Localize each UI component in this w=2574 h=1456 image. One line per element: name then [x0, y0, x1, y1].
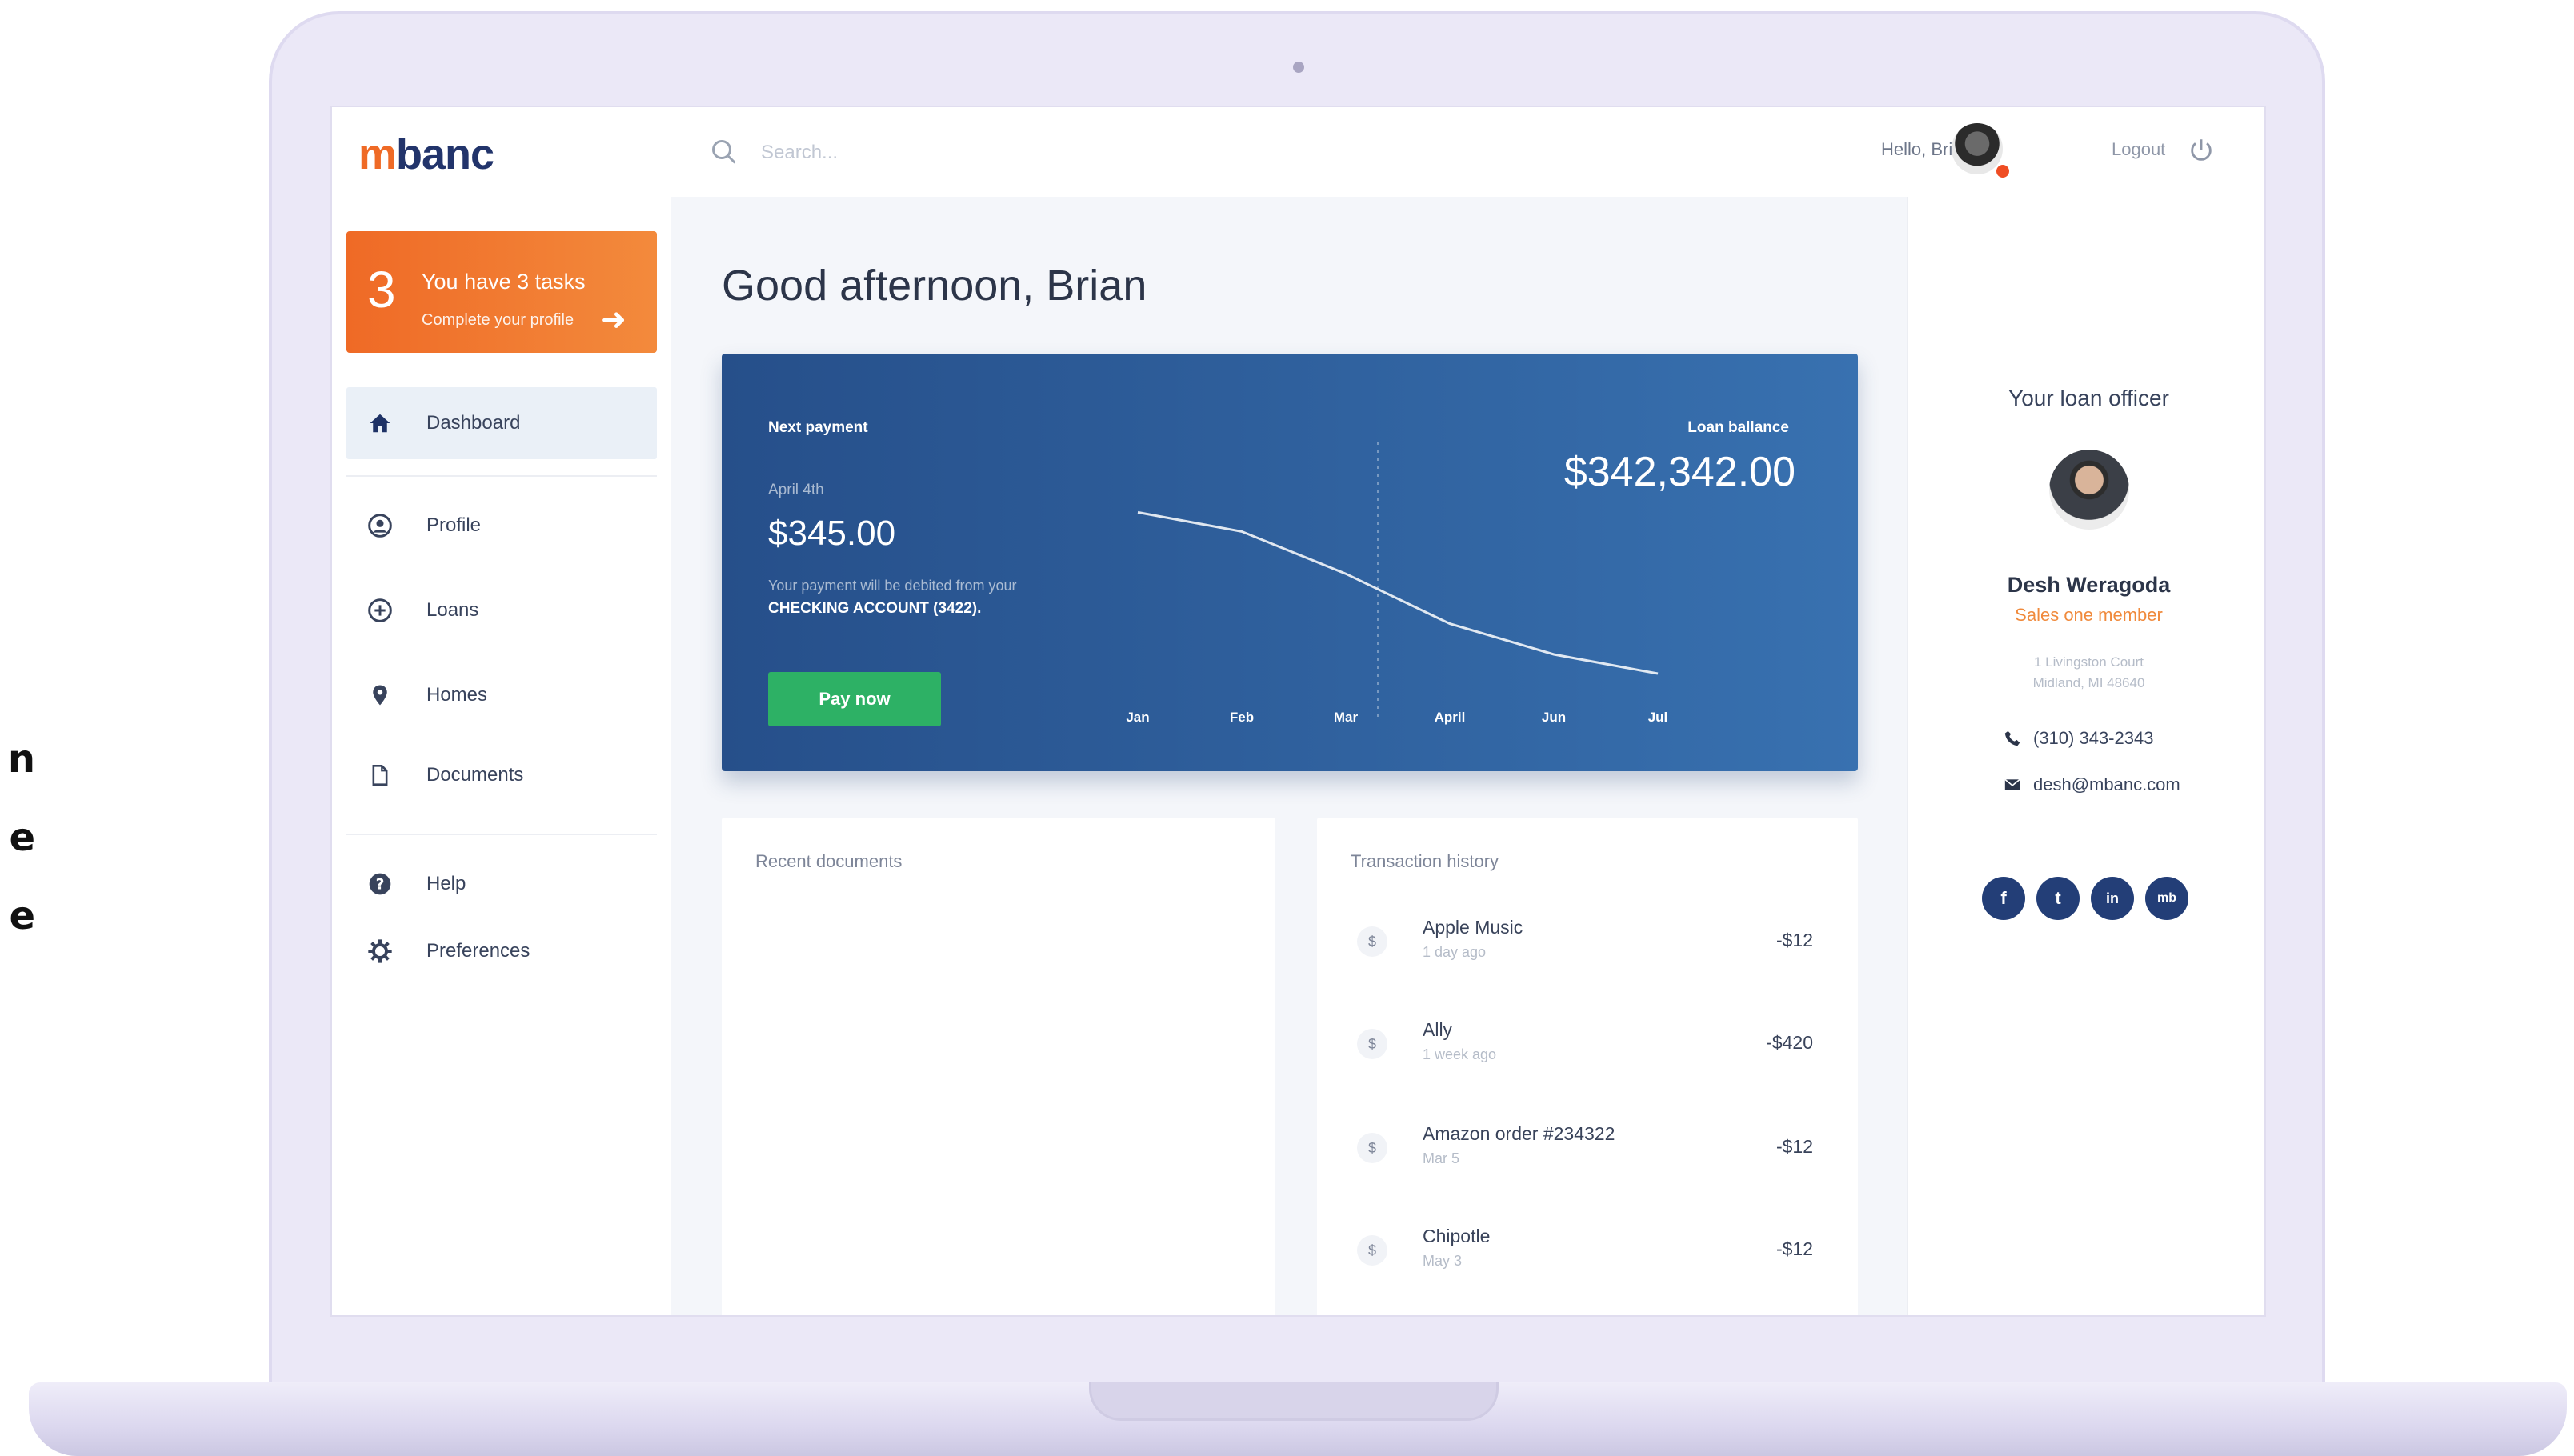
document-icon: [366, 761, 394, 790]
sidebar-divider: [346, 834, 657, 835]
payment-account: CHECKING ACCOUNT (3422).: [768, 600, 982, 617]
sidebar-item-dashboard[interactable]: Dashboard: [346, 387, 657, 459]
loan-officer-address: Midland, MI 48640: [2032, 675, 2145, 690]
list-item[interactable]: $ Ally 1 week ago -$420: [1357, 1016, 1813, 1096]
twitter-icon[interactable]: t: [2036, 877, 2080, 920]
loan-officer-role: Sales one member: [2015, 605, 2163, 625]
loans-icon: [366, 596, 394, 625]
transaction-history-title: Transaction history: [1351, 851, 1499, 871]
logout-link[interactable]: Logout: [2112, 139, 2165, 160]
loan-officer-panel: Your loan officer Desh Weragoda Sales on…: [1907, 197, 2264, 1315]
pay-now-button[interactable]: Pay now: [768, 672, 941, 726]
series-line-0: [1137, 510, 1659, 675]
phone-contact[interactable]: (310) 343-2343: [2003, 728, 2153, 749]
dollar-icon: $: [1357, 926, 1387, 957]
search-input[interactable]: [759, 134, 1163, 171]
sidebar-item-label: Documents: [426, 764, 524, 786]
dollar-icon: $: [1357, 1133, 1387, 1163]
help-icon: ?: [366, 870, 394, 898]
main-content: Good afternoon, Brian Jan Feb Mar April Jun J…: [671, 197, 1907, 1315]
transaction-history-card: Transaction history $ Apple Music 1 day …: [1317, 818, 1858, 1315]
loan-balance-label: Loan ballance: [1687, 419, 1789, 436]
power-icon[interactable]: [2188, 136, 2215, 167]
sidebar-divider: [346, 475, 657, 477]
linkedin-icon[interactable]: in: [2091, 877, 2134, 920]
x-tick-label: April: [1435, 710, 1466, 725]
sidebar-item-label: Profile: [426, 514, 482, 536]
arrow-right-icon[interactable]: ➜: [601, 302, 626, 338]
next-payment-label: Next payment: [768, 419, 868, 436]
sidebar: mbanc 3 You have 3 tasks Complete your p…: [332, 107, 673, 1315]
home-icon: [366, 409, 394, 438]
loan-balance-amount: $342,342.00: [1563, 449, 1795, 495]
sidebar-item-profile[interactable]: Profile: [346, 490, 657, 562]
sidebar-item-loans[interactable]: Loans: [346, 574, 657, 646]
topbar: Hello, Brian Logout: [671, 107, 2264, 198]
page-title: Good afternoon, Brian: [722, 262, 1147, 310]
cropped-side-text: n e e: [7, 737, 35, 938]
dollar-icon: $: [1357, 1029, 1387, 1059]
recent-documents-card: Recent documents: [722, 818, 1275, 1315]
sidebar-item-label: Preferences: [426, 940, 530, 962]
sidebar-item-preferences[interactable]: Preferences: [346, 915, 657, 987]
notification-dot: [1995, 163, 2011, 179]
mbanc-icon[interactable]: mb: [2145, 877, 2188, 920]
facebook-icon[interactable]: f: [1982, 877, 2025, 920]
user-icon: [366, 511, 394, 540]
x-tick-label: Mar: [1334, 710, 1359, 725]
email-contact[interactable]: desh@mbanc.com: [2003, 774, 2180, 795]
mbanc-logo[interactable]: mbanc: [358, 130, 494, 179]
camera-icon: [1293, 62, 1304, 73]
task-count: 3: [367, 261, 396, 318]
sidebar-item-label: Homes: [426, 684, 488, 706]
sidebar-item-documents[interactable]: Documents: [346, 739, 657, 811]
x-tick-label: Jul: [1648, 710, 1668, 725]
app-screen: mbanc 3 You have 3 tasks Complete your p…: [330, 106, 2266, 1317]
recent-documents-title: Recent documents: [755, 851, 903, 871]
laptop-notch: [1089, 1382, 1499, 1421]
tasks-card[interactable]: 3 You have 3 tasks Complete your profile…: [346, 231, 657, 353]
phone-icon: [2003, 730, 2022, 747]
gear-icon: [366, 937, 394, 966]
payment-note: Your payment will be debited from your: [768, 578, 1017, 594]
dollar-icon: $: [1357, 1235, 1387, 1266]
sidebar-item-label: Loans: [426, 599, 479, 621]
list-item[interactable]: $ Apple Music 1 day ago -$12: [1357, 914, 1813, 994]
loan-officer-heading: Your loan officer: [2008, 386, 2169, 410]
loan-officer-name: Desh Weragoda: [2007, 573, 2171, 597]
sidebar-item-homes[interactable]: Homes: [346, 659, 657, 731]
sidebar-item-label: Help: [426, 873, 466, 894]
task-title: You have 3 tasks: [422, 270, 586, 294]
list-item[interactable]: $ Chipotle May 3 -$12: [1357, 1222, 1813, 1302]
location-pin-icon: [366, 681, 394, 710]
mail-icon: [2003, 778, 2022, 791]
sidebar-item-label: Dashboard: [426, 412, 521, 434]
task-subtitle: Complete your profile: [422, 311, 574, 329]
x-tick-label: Jan: [1126, 710, 1149, 725]
x-tick-label: Feb: [1230, 710, 1254, 725]
next-payment-amount: $345.00: [768, 514, 896, 553]
avatar: [2049, 450, 2129, 530]
list-item[interactable]: $ Amazon order #234322 Mar 5 -$12: [1357, 1120, 1813, 1200]
sidebar-item-help[interactable]: ? Help: [346, 848, 657, 920]
x-tick-label: Jun: [1542, 710, 1566, 725]
svg-text:?: ?: [376, 877, 385, 894]
loan-officer-address: 1 Livingston Court: [2033, 654, 2144, 670]
loan-summary-card: Jan Feb Mar April Jun Jul Next payment April …: [722, 354, 1858, 771]
next-payment-date: April 4th: [768, 482, 824, 498]
search-icon[interactable]: [710, 138, 739, 170]
